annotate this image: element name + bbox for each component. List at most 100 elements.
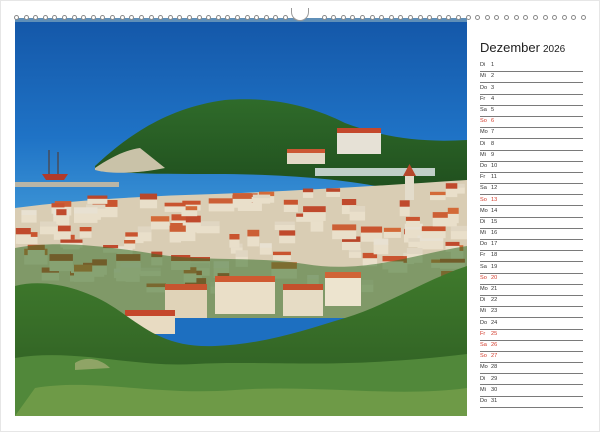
weekday-label: Sa — [480, 341, 487, 348]
day-row[interactable]: So 27 — [480, 352, 583, 364]
day-number: 5 — [491, 107, 495, 114]
binding-ring — [561, 14, 567, 20]
day-row[interactable]: Mi 23 — [480, 307, 583, 319]
day-number: 12 — [491, 185, 498, 192]
day-row[interactable]: Di 8 — [480, 139, 583, 151]
day-list: Di 1 Mi 2 Do 3 Fr 4 Sa 5 So 6 Mo 7 Di 8 Mi 9 Do 10 Fr 11 Sa 12 S… — [480, 61, 583, 408]
binding-ring — [138, 14, 144, 20]
binding-ring — [321, 14, 327, 20]
day-row[interactable]: Do 3 — [480, 83, 583, 95]
binding-ring — [186, 14, 192, 20]
weekday-label: Mo — [480, 207, 488, 214]
weekday-label: Do — [480, 162, 488, 169]
weekday-label: Do — [480, 84, 488, 91]
binding-ring — [523, 14, 529, 20]
weekday-label: Do — [480, 397, 488, 404]
weekday-label: Fr — [480, 252, 486, 259]
day-row[interactable]: Do 31 — [480, 397, 583, 408]
binding-ring — [359, 14, 365, 20]
binding-ring — [177, 14, 183, 20]
day-row[interactable]: Di 1 — [480, 61, 583, 73]
binding-ring — [42, 14, 48, 20]
day-row[interactable]: Di 29 — [480, 374, 583, 386]
weekday-label: Sa — [480, 107, 487, 114]
binding-ring — [100, 14, 106, 20]
binding-ring — [340, 14, 346, 20]
binding-ring — [206, 14, 212, 20]
day-number: 10 — [491, 162, 498, 169]
day-row[interactable]: Fr 18 — [480, 251, 583, 263]
day-number: 8 — [491, 140, 495, 147]
day-row[interactable]: So 13 — [480, 195, 583, 207]
weekday-label: Di — [480, 140, 486, 147]
year-label: 2026 — [542, 44, 566, 55]
calendar-page: Dezember 2026 Di 1 Mi 2 Do 3 Fr 4 Sa 5 So 6 Mo 7 Di 8 Mi 9… — [0, 0, 600, 432]
day-row[interactable]: Fr 25 — [480, 330, 583, 341]
day-row[interactable]: Di 15 — [480, 218, 583, 229]
binding-ring — [23, 14, 29, 20]
binding-ring — [148, 14, 154, 20]
coastal-town-photo — [15, 18, 467, 416]
day-number: 4 — [491, 95, 495, 102]
binding-ring — [494, 14, 500, 20]
weekday-label: Mo — [480, 286, 488, 293]
day-row[interactable]: Mi 30 — [480, 385, 583, 397]
day-number: 19 — [491, 263, 498, 270]
day-number: 30 — [491, 386, 498, 393]
binding-ring — [388, 14, 394, 20]
day-row[interactable]: So 20 — [480, 274, 583, 285]
day-row[interactable]: Di 22 — [480, 296, 583, 308]
day-row[interactable]: Sa 26 — [480, 341, 583, 352]
day-row[interactable]: Mo 21 — [480, 285, 583, 296]
binding-ring — [215, 14, 221, 20]
weekday-label: Sa — [480, 185, 487, 192]
day-number: 2 — [491, 73, 495, 80]
day-number: 11 — [491, 174, 497, 181]
day-number: 16 — [491, 230, 498, 237]
day-number: 22 — [491, 297, 498, 304]
binding-ring — [398, 14, 404, 20]
day-number: 27 — [491, 353, 498, 360]
binding-ring — [465, 14, 471, 20]
day-row[interactable]: Do 10 — [480, 162, 583, 173]
binding-ring — [81, 14, 87, 20]
month-name: Dezember — [480, 40, 540, 55]
binding-ring — [52, 14, 58, 20]
day-row[interactable]: Mo 14 — [480, 206, 583, 218]
binding-ring — [110, 14, 116, 20]
day-row[interactable]: Mi 16 — [480, 229, 583, 240]
day-number: 9 — [491, 151, 495, 158]
day-row[interactable]: Sa 5 — [480, 106, 583, 117]
binding-ring — [571, 14, 577, 20]
day-number: 29 — [491, 375, 498, 382]
day-number: 26 — [491, 341, 498, 348]
day-number: 28 — [491, 364, 498, 371]
day-number: 24 — [491, 319, 498, 326]
day-number: 7 — [491, 129, 495, 136]
day-row[interactable]: So 6 — [480, 117, 583, 129]
day-row[interactable]: Sa 12 — [480, 184, 583, 196]
binding-ring — [456, 14, 462, 20]
day-row[interactable]: Mo 28 — [480, 363, 583, 375]
day-row[interactable]: Fr 11 — [480, 173, 583, 185]
weekday-label: Mi — [480, 73, 486, 80]
binding-ring — [244, 14, 250, 20]
binding-ring — [427, 14, 433, 20]
day-row[interactable]: Do 24 — [480, 318, 583, 330]
binding-ring — [580, 14, 586, 20]
weekday-label: Mo — [480, 129, 488, 136]
binding-ring — [225, 14, 231, 20]
day-row[interactable]: Fr 4 — [480, 95, 583, 106]
day-number: 31 — [491, 397, 498, 404]
weekday-label: Fr — [480, 95, 486, 102]
day-row[interactable]: Do 17 — [480, 240, 583, 252]
day-row[interactable]: Mo 7 — [480, 128, 583, 140]
binding-ring — [484, 14, 490, 20]
day-row[interactable]: Sa 19 — [480, 262, 583, 274]
weekday-label: Di — [480, 297, 486, 304]
day-row[interactable]: Mi 9 — [480, 151, 583, 162]
weekday-label: Fr — [480, 330, 486, 337]
binding-ring — [379, 14, 385, 20]
day-row[interactable]: Mi 2 — [480, 72, 583, 84]
binding-ring — [14, 14, 19, 20]
